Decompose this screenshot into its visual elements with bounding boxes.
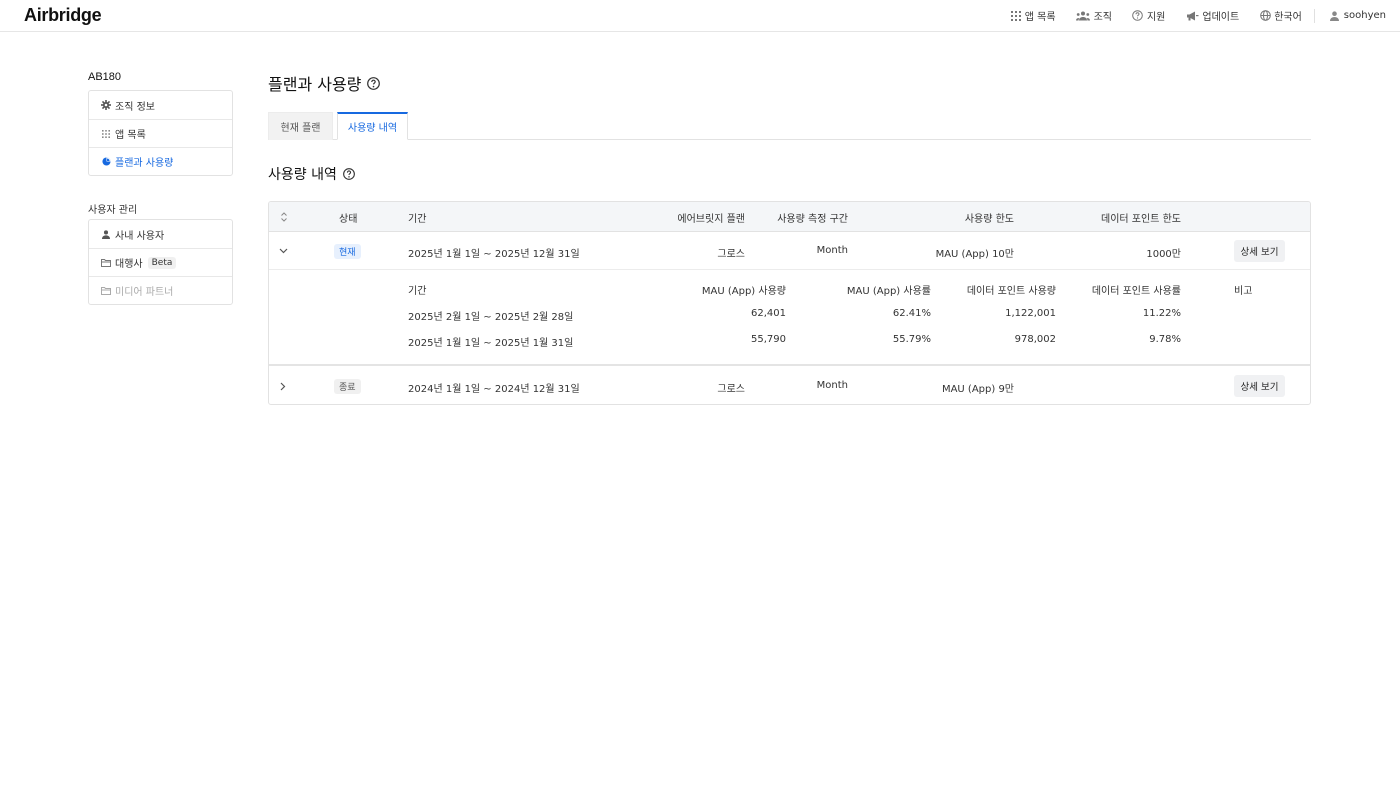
detail-row-mau-rate: 55.79%: [892, 334, 931, 345]
sidebar-item-label: 대행사: [115, 259, 143, 270]
detail-row-dp-usage: 978,002: [1014, 334, 1056, 345]
page-title-text: 플랜과 사용량: [268, 75, 362, 94]
nav-app-list[interactable]: 앱 목록: [1010, 8, 1056, 23]
row-dp-limit: 1000만: [1146, 249, 1181, 260]
people-icon: [1076, 10, 1091, 22]
grid-icon: [1010, 10, 1022, 22]
row-interval: Month: [816, 245, 848, 256]
page-title: 플랜과 사용량: [268, 71, 381, 95]
header-status: 상태: [339, 214, 358, 225]
user-icon: [1329, 10, 1341, 22]
sidebar-item-media-partner[interactable]: 미디어 파트너: [89, 276, 232, 304]
detail-row-dp-usage: 1,122,001: [1005, 308, 1056, 319]
nav-organization[interactable]: 조직: [1076, 8, 1112, 23]
sidebar-item-agency[interactable]: 대행사 Beta: [89, 248, 232, 276]
detail-header-dp-usage: 데이터 포인트 사용량: [966, 286, 1056, 297]
section-title-text: 사용량 내역: [268, 167, 337, 183]
user-management-title: 사용자 관리: [88, 205, 138, 216]
status-badge: 종료: [334, 379, 361, 394]
folder-icon: [101, 258, 111, 268]
nav-app-list-label: 앱 목록: [1024, 12, 1056, 23]
status-badge: 현재: [334, 244, 361, 259]
nav-support[interactable]: 지원: [1132, 8, 1165, 23]
detail-header-period: 기간: [408, 286, 427, 297]
globe-icon: [1259, 10, 1271, 22]
folder-icon: [101, 286, 111, 296]
header-interval: 사용량 측정 구간: [777, 214, 848, 225]
sidebar-item-internal-users[interactable]: 사내 사용자: [89, 220, 232, 248]
table-header: 상태 기간 에어브릿지 플랜 사용량 측정 구간 사용량 한도 데이터 포인트 …: [269, 202, 1310, 232]
detail-header-mau-usage: MAU (App) 사용량: [701, 286, 786, 297]
nav-updates[interactable]: 업데이트: [1185, 8, 1239, 23]
row-period: 2025년 1월 1일 ~ 2025년 12월 31일: [408, 249, 580, 260]
gear-icon: [101, 100, 111, 110]
nav-language[interactable]: 한국어: [1259, 8, 1302, 23]
detail-header-mau-rate: MAU (App) 사용률: [846, 286, 931, 297]
row-plan: 그로스: [717, 249, 745, 260]
table-row[interactable]: 종료 2024년 1월 1일 ~ 2024년 12월 31일 그로스 Month…: [269, 367, 1310, 404]
header-plan: 에어브릿지 플랜: [677, 214, 745, 225]
row-limit: MAU (App) 10만: [935, 249, 1014, 260]
detail-row-dp-rate: 11.22%: [1142, 308, 1181, 319]
top-bar: Airbridge 앱 목록 조직 지원 업데이트 한국어 soohyen: [0, 0, 1400, 32]
beta-badge: Beta: [147, 256, 177, 269]
grid-icon: [101, 129, 111, 139]
nav-divider: [1313, 8, 1315, 23]
sidebar-item-label: 사내 사용자: [115, 230, 165, 242]
sidebar-item-label: 조직 정보: [115, 101, 155, 113]
user-icon: [101, 229, 111, 239]
section-title: 사용량 내역: [268, 164, 356, 184]
detail-row-mau-usage: 55,790: [751, 334, 786, 345]
row-period: 2024년 1월 1일 ~ 2024년 12월 31일: [408, 384, 580, 395]
pie-chart-icon: [101, 157, 111, 167]
nav-updates-label: 업데이트: [1202, 12, 1240, 23]
sidebar-item-app-list[interactable]: 앱 목록: [89, 119, 232, 147]
detail-row-dp-rate: 9.78%: [1149, 334, 1181, 345]
nav-support-label: 지원: [1146, 12, 1166, 23]
usage-table: 상태 기간 에어브릿지 플랜 사용량 측정 구간 사용량 한도 데이터 포인트 …: [268, 201, 1311, 405]
org-menu: 조직 정보 앱 목록 플랜과 사용량: [88, 90, 233, 176]
sidebar-item-label: 앱 목록: [115, 130, 146, 141]
sidebar-item-label: 플랜과 사용량: [115, 158, 174, 169]
view-details-button[interactable]: 상세 보기: [1234, 375, 1285, 397]
row-interval: Month: [816, 380, 848, 391]
detail-row-mau-usage: 62,401: [751, 308, 786, 319]
nav-organization-label: 조직: [1093, 12, 1112, 23]
chevron-right-icon[interactable]: [278, 381, 288, 391]
tab-current-plan[interactable]: 현재 플랜: [268, 112, 333, 140]
header-dp-limit: 데이터 포인트 한도: [1101, 214, 1181, 225]
sort-icon[interactable]: [279, 212, 289, 222]
tab-usage-history[interactable]: 사용량 내역: [337, 112, 408, 140]
view-details-button[interactable]: 상세 보기: [1234, 240, 1285, 262]
nav-language-label: 한국어: [1274, 12, 1302, 23]
nav-user-label: soohyen: [1343, 10, 1386, 21]
org-name: AB180: [88, 71, 122, 83]
detail-header-dp-rate: 데이터 포인트 사용률: [1091, 286, 1181, 297]
help-circle-icon: [1132, 10, 1144, 22]
megaphone-icon: [1185, 10, 1199, 22]
detail-row-period: 2025년 1월 1일 ~ 2025년 1월 31일: [408, 338, 574, 349]
user-management-menu: 사내 사용자 대행사 Beta 미디어 파트너: [88, 219, 233, 305]
row-plan: 그로스: [717, 384, 745, 395]
header-limit: 사용량 한도: [964, 214, 1014, 225]
usage-detail-panel: 기간 MAU (App) 사용량 MAU (App) 사용률 데이터 포인트 사…: [269, 270, 1310, 366]
chevron-down-icon[interactable]: [278, 246, 288, 256]
help-circle-icon[interactable]: [367, 76, 381, 90]
detail-header-note: 비고: [1234, 286, 1253, 297]
sidebar-item-label: 미디어 파트너: [115, 287, 174, 298]
tab-bar: 현재 플랜 사용량 내역: [268, 112, 1311, 140]
detail-row-mau-rate: 62.41%: [892, 308, 931, 319]
airbridge-logo[interactable]: Airbridge: [24, 5, 102, 26]
table-row[interactable]: 현재 2025년 1월 1일 ~ 2025년 12월 31일 그로스 Month…: [269, 232, 1310, 270]
row-limit: MAU (App) 9만: [941, 384, 1014, 395]
nav-user-menu[interactable]: soohyen: [1329, 10, 1386, 22]
sidebar-item-org-info[interactable]: 조직 정보: [89, 91, 232, 119]
detail-row-period: 2025년 2월 1일 ~ 2025년 2월 28일: [408, 312, 574, 323]
top-nav: 앱 목록 조직 지원 업데이트 한국어 soohyen: [990, 0, 1386, 31]
sidebar-item-plan-usage[interactable]: 플랜과 사용량: [89, 147, 232, 175]
help-circle-icon[interactable]: [343, 168, 356, 181]
header-period: 기간: [408, 214, 427, 225]
